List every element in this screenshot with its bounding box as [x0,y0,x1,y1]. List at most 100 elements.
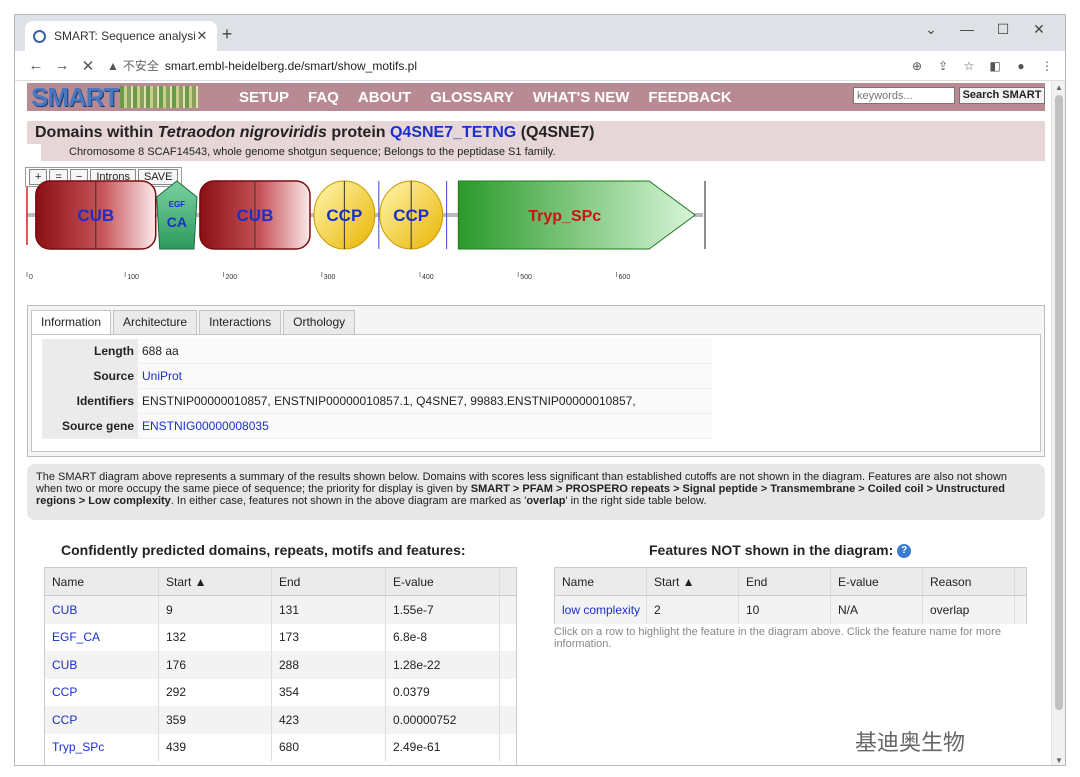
table-cell: N/A [831,596,923,624]
minimize-icon[interactable]: — [949,17,985,41]
table-row[interactable]: CUB 176 288 1.28e-22 [45,651,516,679]
share-icon[interactable]: ⇪ [933,59,953,73]
confident-domains-table: Name Start ▲ End E-value CUB 9 131 1.55e-7 EGF_C… [44,567,517,765]
info-value: 688 aa [138,339,712,363]
table-cell: 176 [159,651,272,679]
domain-cub[interactable]: CUB [199,180,311,250]
table-cell: 6.8e-8 [386,623,500,651]
column-header[interactable]: Name [45,568,159,595]
menu-item-about[interactable]: ABOUT [358,89,411,106]
domain-egf-ca[interactable]: EGF CA [156,180,198,250]
new-tab-icon[interactable]: + [215,24,239,45]
menu-item-setup[interactable]: SETUP [239,89,289,106]
table-header-row: Name Start ▲ End E-value [45,568,516,596]
help-icon[interactable]: ? [897,544,912,559]
feature-name-link[interactable]: CCP [45,678,159,706]
domain-label: CUB [237,206,274,225]
accession: (Q4SNE7) [520,124,595,141]
domain-cub[interactable]: CUB [35,180,157,250]
table-row[interactable]: CCP 292 354 0.0379 [45,678,516,706]
domain-tryp-spc[interactable]: Tryp_SPc [457,180,706,250]
column-header[interactable]: Name [555,568,647,595]
table-cell: 1.55e-7 [386,596,500,624]
menu-item-faq[interactable]: FAQ [308,89,339,106]
feature-name-link[interactable]: Tryp_SPc [45,733,159,761]
domain-diagram[interactable]: CUB EGF CA CUB CCP CCP Tryp_SPc 0 100 200 300 400 5… [25,180,706,297]
domain-label: CUB [77,206,114,225]
axis-tick-label: 200 [226,274,238,281]
forward-icon[interactable]: → [49,57,75,74]
zoom-icon[interactable]: ⊕ [907,59,927,73]
column-header[interactable]: End [739,568,831,595]
entry-link[interactable]: Q4SNE7_TETNG [390,124,516,141]
watermark: 基迪奥生物 [855,730,966,755]
table-row[interactable]: Tryp_SPc 439 680 2.49e-61 [45,733,516,761]
side-panel-icon[interactable]: ◧ [985,59,1005,73]
back-icon[interactable]: ← [23,57,49,74]
info-row: Identifiers ENSTNIP00000010857, ENSTNIP00… [42,389,712,432]
tab-architecture[interactable]: Architecture [113,310,198,334]
info-key: Source database [42,364,138,407]
table-cell: 0.00000752 [386,706,500,734]
domain-label-egf: EGF [169,200,186,209]
table-row[interactable]: CCP 359 423 0.00000752 [45,706,516,734]
table-cell: 354 [272,678,386,706]
tab-interactions[interactable]: Interactions [199,310,282,334]
tab-information[interactable]: Information [31,310,112,334]
feature-name-link[interactable]: CUB [45,651,159,679]
menu-item-glossary[interactable]: GLOSSARY [430,89,514,106]
tab-title: SMART: Sequence analysis res [54,29,195,43]
notshown-heading-text: Features NOT shown in the diagram: [649,542,894,558]
feature-name-link[interactable]: CUB [45,596,159,624]
profile-icon[interactable]: ● [1011,59,1031,73]
site-header: SMART SETUP FAQ ABOUT GLOSSARY WHAT'S NEW FEE… [27,82,1045,112]
scrollbar-thumb[interactable] [1055,95,1063,710]
menu-dots-icon[interactable]: ⋮ [1037,59,1057,73]
info-key: Identifiers [42,389,138,413]
menu-item-feedback[interactable]: FEEDBACK [648,89,731,106]
domain-ccp[interactable]: CCP [379,180,448,250]
feature-name-link[interactable]: EGF_CA [45,623,159,651]
close-tab-icon[interactable]: ✕ [195,28,209,44]
menu-item-what-s-new[interactable]: WHAT'S NEW [533,89,630,106]
feature-name-link[interactable]: CCP [45,706,159,734]
close-window-icon[interactable]: ✕ [1021,17,1057,41]
notshown-table: Name Start ▲ End E-value Reason low complexit… [554,567,1027,624]
axis-tick-label: 0 [29,274,33,281]
table-cell: 1.28e-22 [386,651,500,679]
table-cell: 292 [159,678,272,706]
page-scrollbar[interactable]: ▲ ▼ [1051,81,1065,765]
column-header[interactable]: Reason [923,568,1015,595]
keyword-search-input[interactable] [853,87,955,104]
domain-ccp[interactable]: CCP [313,180,380,250]
table-row[interactable]: CUB 9 131 1.55e-7 [45,596,516,624]
tab-orthology[interactable]: Orthology [283,310,356,334]
browser-window: SMART: Sequence analysis res ✕ + ⌄ — ☐ ✕… [14,14,1066,766]
column-header[interactable]: End [272,568,386,595]
table-cell: 2.49e-61 [386,733,500,761]
column-header[interactable]: E-value [386,568,500,595]
url-field[interactable]: ▲ 不安全 smart.embl-heidelberg.de/smart/sho… [107,53,899,78]
tab-search-icon[interactable]: ⌄ [913,17,949,41]
security-label: 不安全 [122,59,159,73]
column-header[interactable]: Start ▲ [159,568,272,595]
browser-tab[interactable]: SMART: Sequence analysis res ✕ [25,21,217,51]
feature-name-link[interactable]: low complexity [555,596,647,624]
column-header[interactable]: E-value [831,568,923,595]
column-header[interactable]: Start ▲ [647,568,739,595]
bookmark-star-icon[interactable]: ☆ [959,59,979,73]
smart-logo[interactable]: SMART [27,82,227,112]
stop-icon[interactable]: ✕ [75,57,101,75]
title-prefix: Domains within [35,124,158,141]
axis-tick-label: 500 [520,274,532,281]
table-cell: 9 [159,596,272,624]
tab-strip: SMART: Sequence analysis res ✕ + ⌄ — ☐ ✕ [15,15,1065,51]
search-smart-button[interactable]: Search SMART [959,87,1045,104]
domain-label: Tryp_SPc [528,208,601,225]
table-cell: 680 [272,733,386,761]
info-value[interactable]: UniProt [138,364,712,388]
maximize-icon[interactable]: ☐ [985,17,1021,41]
table-row[interactable]: low complexity 2 10 N/A overlap [555,596,1026,624]
table-row[interactable]: EGF_CA 132 173 6.8e-8 [45,623,516,651]
info-value[interactable]: ENSTNIG00000008035 [138,414,712,438]
